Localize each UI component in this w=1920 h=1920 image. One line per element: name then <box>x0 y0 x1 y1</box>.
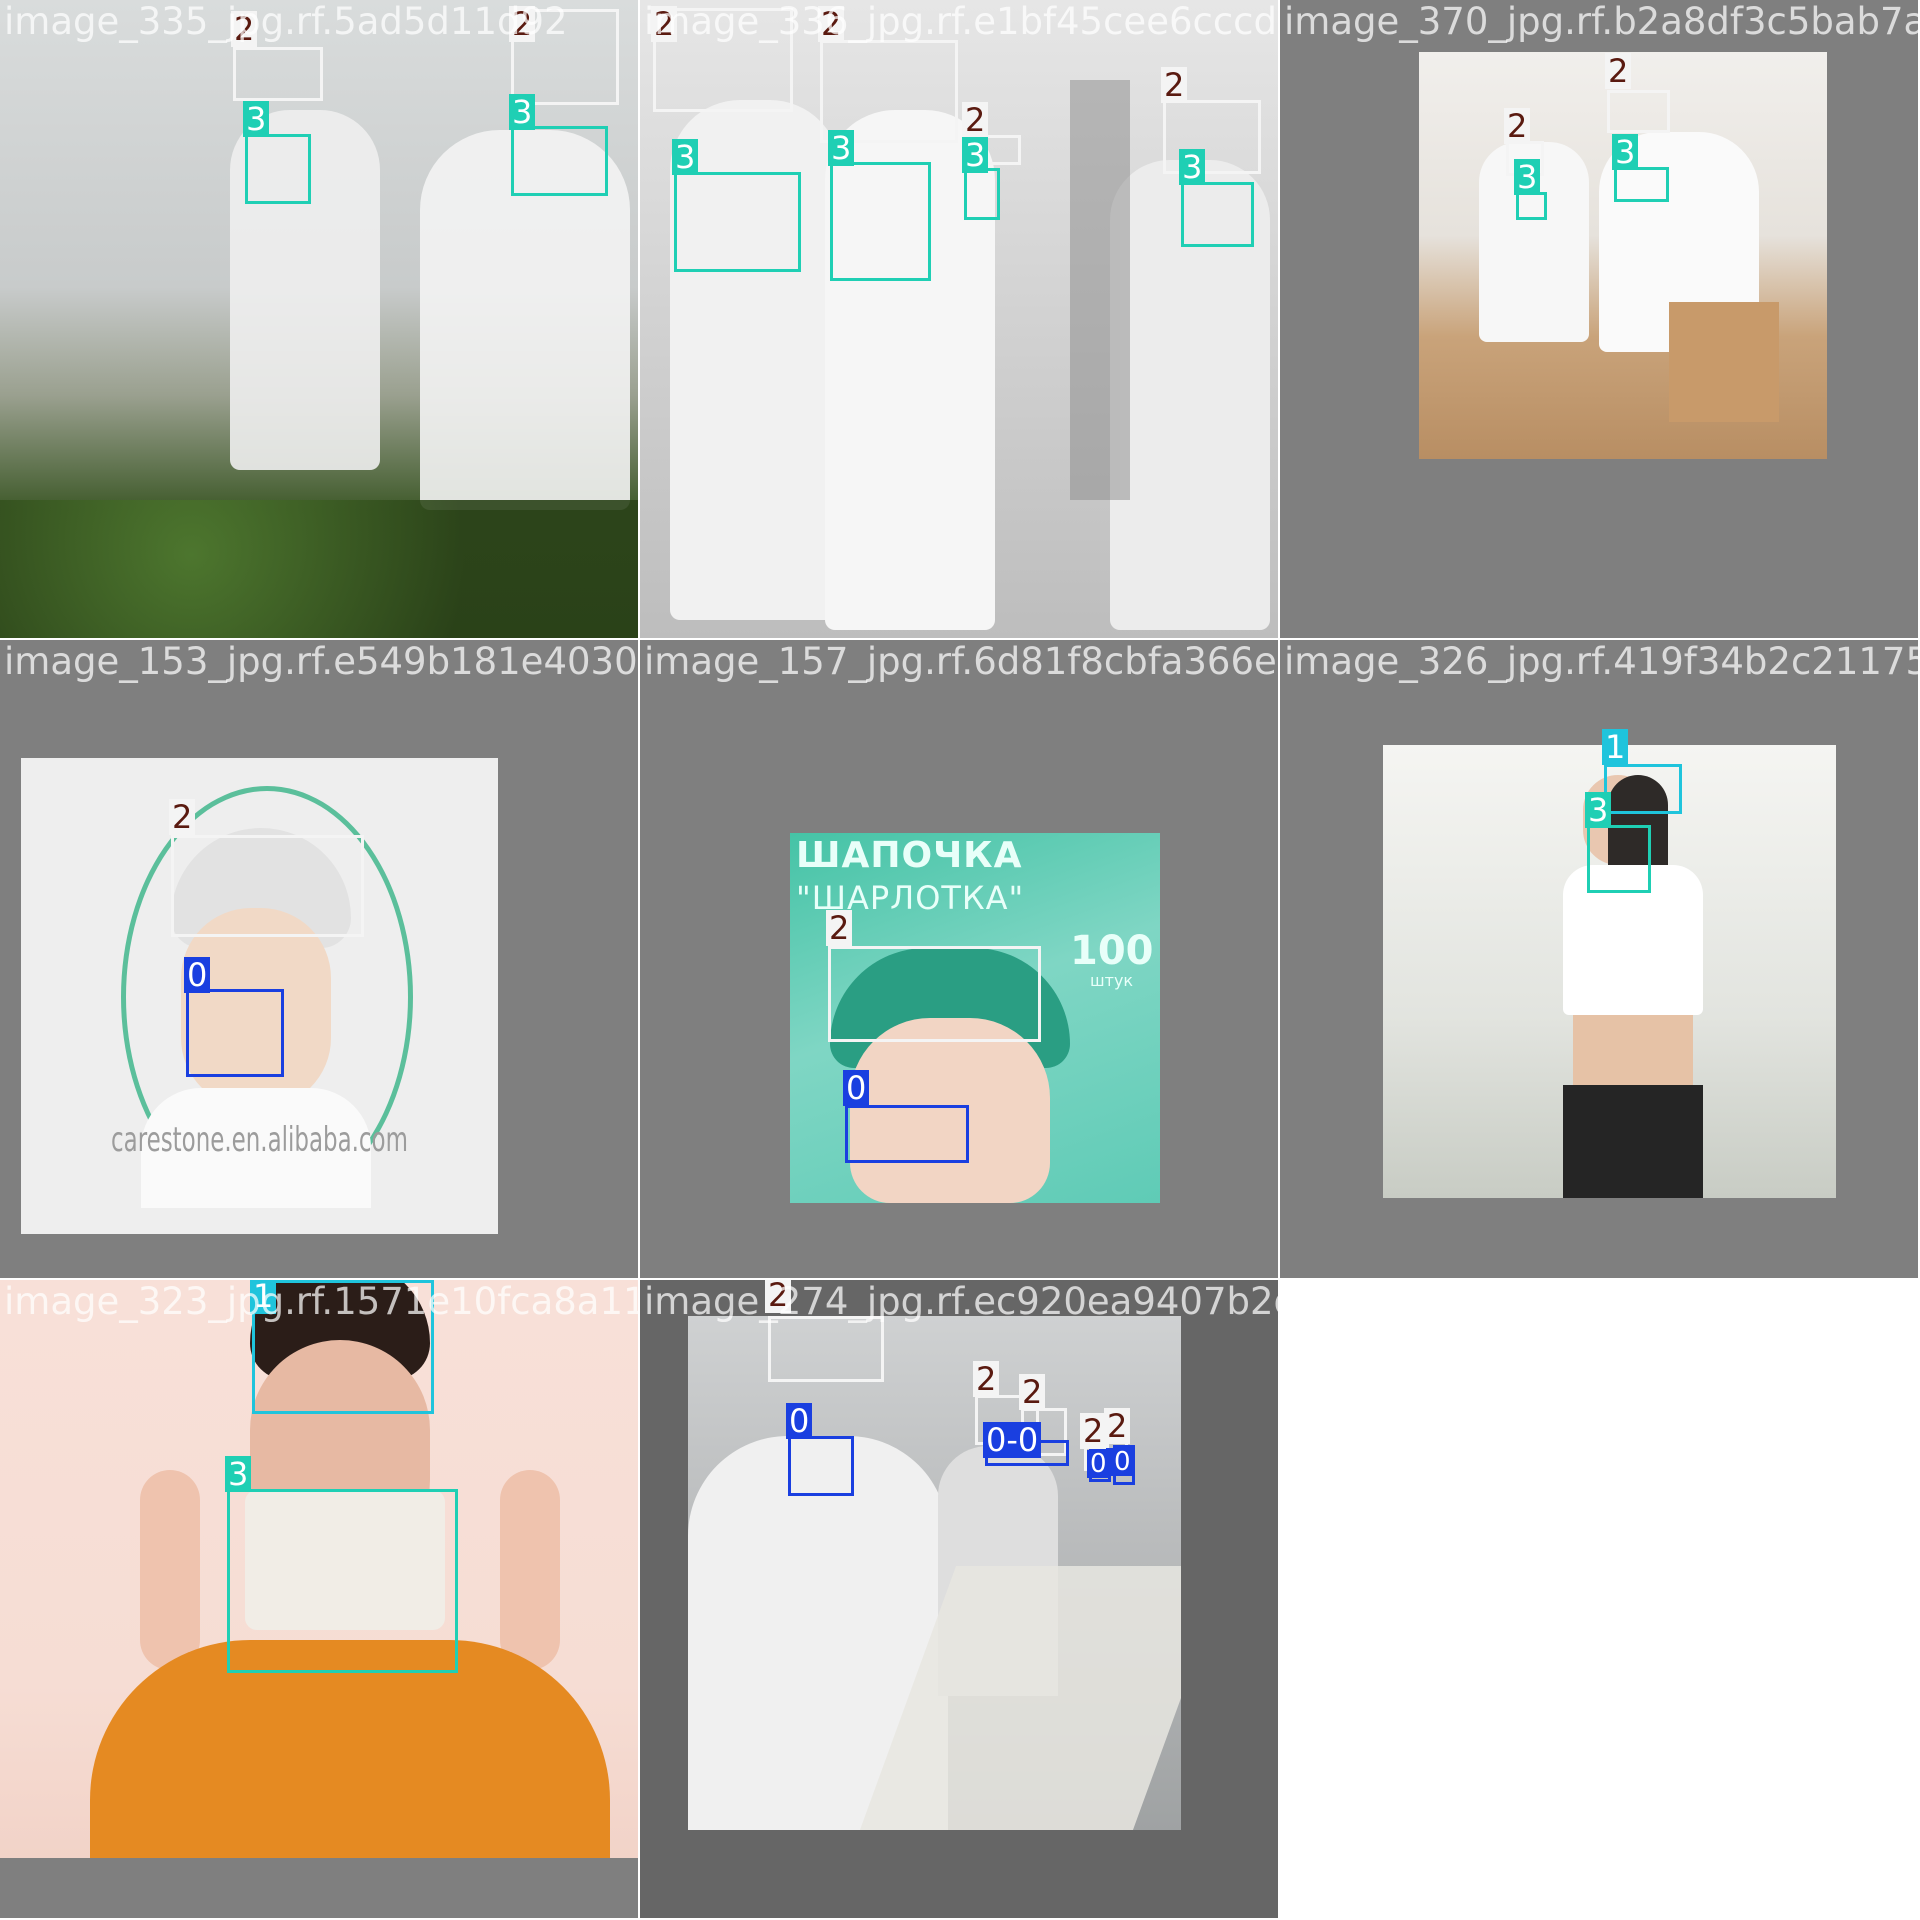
bbox-label: 3 <box>828 130 855 166</box>
bbox-label: 3 <box>1514 159 1541 195</box>
poster-title: ШАПОЧКА <box>796 835 1023 876</box>
tile-filename: image_336_jpg.rf.e1bf45cee6cccde6e <box>644 0 1278 43</box>
bbox-label: 3 <box>1179 149 1206 185</box>
bbox-class-1 <box>1604 764 1682 814</box>
poster-count: 100 <box>1070 928 1154 974</box>
bbox-label: 2 <box>1605 53 1632 89</box>
bbox-class-3 <box>964 168 1000 220</box>
bbox-label: 3 <box>509 94 536 130</box>
photo <box>688 1316 1181 1830</box>
bbox-class-0 <box>788 1436 854 1496</box>
bbox-label: 0 <box>184 957 211 993</box>
bbox-label: 3 <box>672 139 699 175</box>
bbox-class-0 <box>186 989 284 1077</box>
bbox-class-2 <box>171 835 364 937</box>
bbox-label: 3 <box>1585 792 1612 828</box>
bbox-class-3 <box>1181 182 1254 247</box>
bbox-class-2 <box>828 946 1041 1042</box>
detection-grid: image_335_jpg.rf.5ad5d11d92 2 2 3 3 imag… <box>0 0 1920 1920</box>
tile-8: image_274_jpg.rf.ec920ea9407b2d703f31857… <box>640 1280 1278 1918</box>
tile-2: image_336_jpg.rf.e1bf45cee6cccde6e 2 2 2… <box>640 0 1278 638</box>
grid-separator <box>1278 0 1280 1920</box>
watermark: carestone.en.alibaba.com <box>111 1120 408 1160</box>
bbox-class-3 <box>1516 192 1547 220</box>
tile-5: ШАПОЧКА "ШАРЛОТКА" 100 штук image_157_jp… <box>640 640 1278 1278</box>
tile-filename: image_326_jpg.rf.419f34b2c21175888 <box>1284 640 1918 683</box>
bbox-class-0 <box>845 1105 969 1163</box>
tile-3: image_370_jpg.rf.b2a8df3c5bab7ab98 2 2 3… <box>1280 0 1918 638</box>
tile-7: image_323_jpg.rf.1571e10fca8a1192b9efe2 … <box>0 1280 638 1918</box>
bbox-label: 2 <box>1504 108 1531 144</box>
bbox-label: 2 <box>169 799 196 835</box>
poster-unit: штук <box>1090 971 1134 990</box>
bbox-label: 1 <box>1602 729 1629 765</box>
bbox-class-2 <box>233 47 323 101</box>
bbox-class-3 <box>1614 167 1669 202</box>
bbox-label: 2 <box>1161 67 1188 103</box>
tile-1: image_335_jpg.rf.5ad5d11d92 2 2 3 3 <box>0 0 638 638</box>
tile-6: image_326_jpg.rf.419f34b2c21175888 1 3 <box>1280 640 1918 1278</box>
bbox-label: 0 <box>786 1403 813 1439</box>
bbox-label: 0-0 <box>983 1422 1042 1458</box>
grid-separator <box>0 638 1920 640</box>
tile-9-empty <box>1280 1280 1918 1918</box>
tile-4: carestone.en.alibaba.com image_153_jpg.r… <box>0 640 638 1278</box>
grid-separator <box>0 1278 1920 1280</box>
tile-filename: image_153_jpg.rf.e549b181e40305ef5e202b <box>4 640 638 683</box>
bbox-class-3 <box>1587 825 1651 893</box>
tile-filename: image_274_jpg.rf.ec920ea9407b2d703f31857 <box>644 1280 1278 1323</box>
bbox-class-3 <box>227 1489 458 1673</box>
bbox-class-3 <box>674 172 801 272</box>
bbox-label: 3 <box>962 137 989 173</box>
bbox-class-3 <box>830 162 931 281</box>
bbox-class-2 <box>820 40 958 143</box>
bbox-class-2 <box>768 1316 884 1382</box>
tile-filename: image_370_jpg.rf.b2a8df3c5bab7ab98 <box>1284 0 1918 43</box>
bbox-label: 2 <box>973 1361 1000 1397</box>
bbox-class-2 <box>1163 100 1261 174</box>
bbox-label: 2 <box>1104 1408 1131 1444</box>
bbox-label: 2 <box>962 102 989 138</box>
bbox-class-3 <box>245 134 311 204</box>
bbox-label: 0 <box>1087 1450 1110 1478</box>
tile-filename: image_157_jpg.rf.6d81f8cbfa366ea2f2c285 <box>644 640 1278 683</box>
tile-filename: image_335_jpg.rf.5ad5d11d92 <box>4 0 568 43</box>
bbox-label: 0 <box>1111 1448 1134 1476</box>
bbox-label: 2 <box>1080 1413 1107 1449</box>
bbox-label: 3 <box>1612 134 1639 170</box>
bbox-class-2 <box>1607 90 1670 133</box>
bbox-label: 2 <box>826 910 853 946</box>
bbox-label: 0 <box>843 1070 870 1106</box>
tile-filename: image_323_jpg.rf.1571e10fca8a1192b9efe2 <box>4 1280 638 1323</box>
grid-separator <box>638 0 640 1920</box>
bbox-label: 3 <box>243 101 270 137</box>
bbox-label: 2 <box>1019 1374 1046 1410</box>
bbox-label: 3 <box>225 1456 252 1492</box>
bbox-class-3 <box>511 126 608 196</box>
